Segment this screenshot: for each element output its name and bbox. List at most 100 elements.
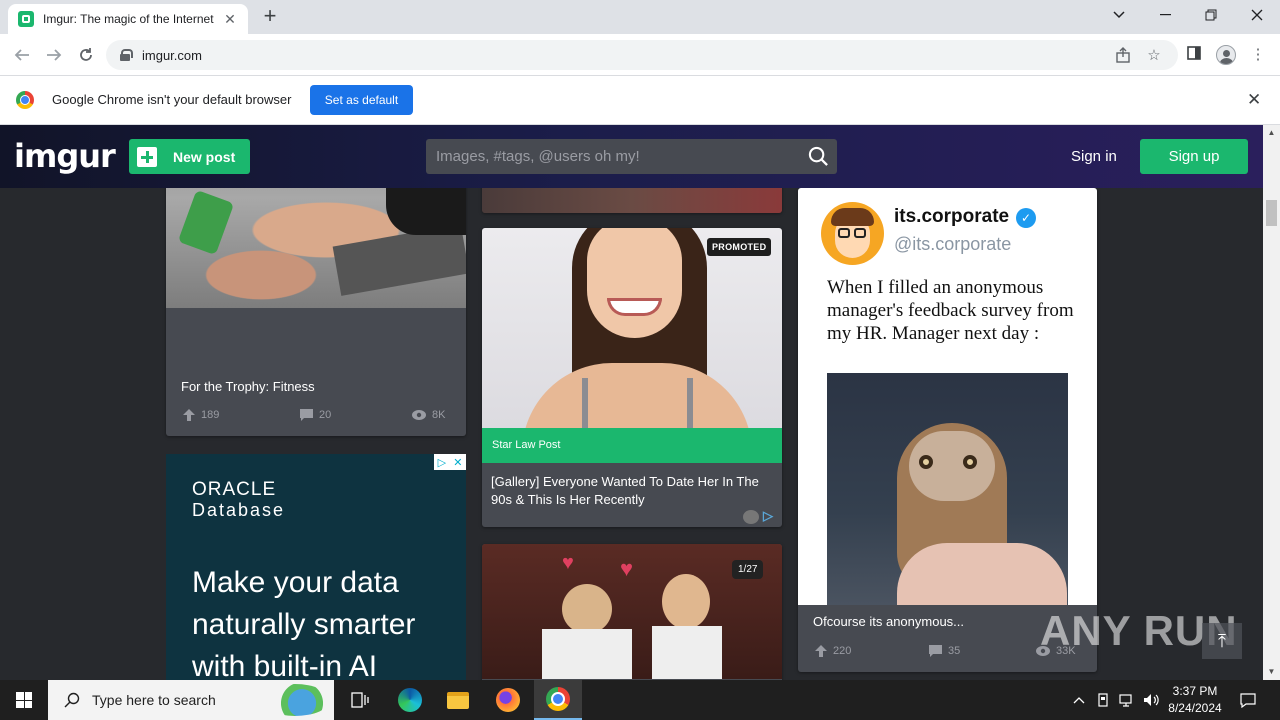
- profile-avatar-icon[interactable]: [1216, 45, 1236, 65]
- chrome-logo-icon: [16, 91, 34, 109]
- network-icon[interactable]: [1117, 680, 1137, 720]
- default-browser-infobar: Google Chrome isn't your default browser…: [0, 76, 1280, 125]
- ad-product-name: Database: [192, 500, 286, 520]
- apron-shape: [542, 629, 632, 679]
- restore-icon[interactable]: [1188, 0, 1234, 30]
- sign-up-button[interactable]: Sign up: [1140, 139, 1248, 174]
- post-title[interactable]: For the Trophy: Fitness: [181, 378, 315, 396]
- clock-time: 3:37 PM: [1172, 684, 1218, 698]
- upvote-stat: 189: [183, 409, 219, 421]
- person-shape: [662, 574, 710, 629]
- sock-shape: [177, 189, 235, 256]
- promoted-badge: PROMOTED: [707, 238, 772, 256]
- upvote-stat: 220: [815, 645, 851, 657]
- forward-icon[interactable]: [42, 43, 66, 67]
- windows-logo-icon: [16, 692, 32, 708]
- promoted-card[interactable]: PROMOTED Star Law Post [Gallery] Everyon…: [482, 228, 782, 527]
- tray-chevron-icon[interactable]: [1070, 680, 1088, 720]
- infobar-close-icon[interactable]: ✕: [1247, 90, 1261, 110]
- reload-icon[interactable]: [74, 43, 98, 67]
- upvote-icon[interactable]: [183, 409, 195, 421]
- image-count-badge: 1/27: [732, 560, 764, 579]
- window-close-icon[interactable]: [1234, 0, 1280, 30]
- file-explorer-icon[interactable]: [434, 680, 482, 720]
- owl-eye-shape: [963, 455, 977, 469]
- firefox-icon[interactable]: [484, 680, 532, 720]
- bookmark-star-icon[interactable]: ☆: [1145, 47, 1163, 65]
- page-scrollbar[interactable]: ▲ ▼: [1263, 125, 1280, 680]
- back-to-top-icon[interactable]: ⤒: [1202, 623, 1242, 659]
- promoted-title[interactable]: [Gallery] Everyone Wanted To Date Her In…: [491, 473, 771, 509]
- edge-icon[interactable]: [386, 680, 434, 720]
- ad-brand-name: ORACLE: [192, 479, 277, 500]
- tweet-handle-name: its.corporate: [894, 206, 1010, 227]
- scroll-up-icon[interactable]: ▲: [1267, 128, 1276, 137]
- menu-kebab-icon[interactable]: ⋮: [1248, 45, 1268, 65]
- tab-search-chevron-icon[interactable]: [1096, 0, 1142, 30]
- lock-icon[interactable]: [120, 49, 133, 61]
- strap-shape: [582, 378, 588, 433]
- back-icon[interactable]: [10, 43, 34, 67]
- address-bar[interactable]: imgur.com ☆: [106, 40, 1178, 70]
- comment-stat: 20: [300, 409, 331, 421]
- imgur-logo[interactable]: imgur: [14, 137, 116, 175]
- post-card-owl[interactable]: its.corporate ✓ @its.corporate When I fi…: [798, 188, 1097, 672]
- eye-icon: [412, 410, 426, 420]
- notification-icon[interactable]: [1236, 680, 1260, 720]
- tab-strip: Imgur: The magic of the Internet ✕ +: [0, 0, 1280, 34]
- tab-close-icon[interactable]: ✕: [222, 11, 238, 28]
- comment-icon: [929, 645, 942, 657]
- upvote-icon[interactable]: [815, 645, 827, 657]
- url-text[interactable]: imgur.com: [142, 48, 202, 63]
- adchoices-small-icon[interactable]: ▷: [763, 508, 773, 524]
- heart-icon: ♥: [562, 552, 574, 574]
- views-count: 8K: [432, 409, 446, 421]
- promoted-image[interactable]: [482, 228, 782, 453]
- new-post-button[interactable]: New post: [129, 139, 250, 174]
- taskbar-clock[interactable]: 3:37 PM 8/24/2024: [1160, 683, 1230, 717]
- ad-brand: ORACLE Database: [192, 479, 286, 521]
- sign-in-link[interactable]: Sign in: [1071, 148, 1117, 165]
- set-as-default-button[interactable]: Set as default: [310, 85, 413, 115]
- imgur-favicon-icon: [18, 11, 34, 27]
- minimize-icon[interactable]: [1142, 0, 1188, 30]
- views-stat: 8K: [412, 409, 445, 421]
- page-viewport: imgur New post Sign in Sign up For the T…: [0, 125, 1263, 680]
- scroll-thumb[interactable]: [1266, 200, 1277, 226]
- share-icon[interactable]: [1114, 47, 1132, 65]
- task-view-icon[interactable]: [336, 680, 384, 720]
- infobar-message: Google Chrome isn't your default browser: [52, 92, 292, 107]
- clock-date: 8/24/2024: [1168, 701, 1222, 715]
- scroll-down-icon[interactable]: ▼: [1267, 667, 1276, 676]
- hand-shape: [897, 543, 1067, 605]
- upvote-count: 220: [833, 645, 852, 657]
- start-button[interactable]: [0, 680, 48, 720]
- strap-shape: [687, 378, 693, 433]
- meme-text: When I filled an anonymous manager's fee…: [827, 277, 1074, 344]
- adchoices-icon[interactable]: ▷ ✕: [434, 454, 466, 470]
- taskbar-search-icon: [64, 692, 80, 708]
- volume-icon[interactable]: [1141, 680, 1161, 720]
- comment-count: 35: [948, 645, 961, 657]
- browser-toolbar: imgur.com ☆ ⋮: [0, 34, 1280, 76]
- plus-icon: [137, 146, 157, 167]
- post-title[interactable]: Ofcourse its anonymous...: [813, 613, 964, 631]
- promoted-source[interactable]: Star Law Post: [482, 428, 782, 463]
- post-image-owl[interactable]: its.corporate ✓ @its.corporate When I fi…: [798, 188, 1097, 605]
- glasses-shape: [838, 228, 850, 238]
- side-panel-icon[interactable]: [1184, 45, 1204, 65]
- imgur-search[interactable]: [426, 139, 837, 174]
- post-card-valentine[interactable]: ♥ ♥ 1/27: [482, 544, 782, 680]
- search-input[interactable]: [426, 139, 796, 174]
- search-icon[interactable]: [808, 146, 829, 167]
- usb-tray-icon[interactable]: [1094, 680, 1112, 720]
- sponsor-icon[interactable]: [743, 510, 759, 524]
- new-tab-icon[interactable]: +: [258, 5, 282, 29]
- chrome-taskbar-icon[interactable]: [534, 680, 582, 720]
- taskbar-search-placeholder[interactable]: Type here to search: [92, 692, 216, 708]
- taskbar-search[interactable]: Type here to search: [48, 680, 334, 720]
- oracle-ad[interactable]: ▷ ✕ ORACLE Database Make your data natura…: [166, 454, 466, 680]
- browser-tab[interactable]: Imgur: The magic of the Internet ✕: [8, 4, 248, 34]
- glasses-shape: [854, 228, 866, 238]
- tab-title: Imgur: The magic of the Internet: [43, 12, 214, 26]
